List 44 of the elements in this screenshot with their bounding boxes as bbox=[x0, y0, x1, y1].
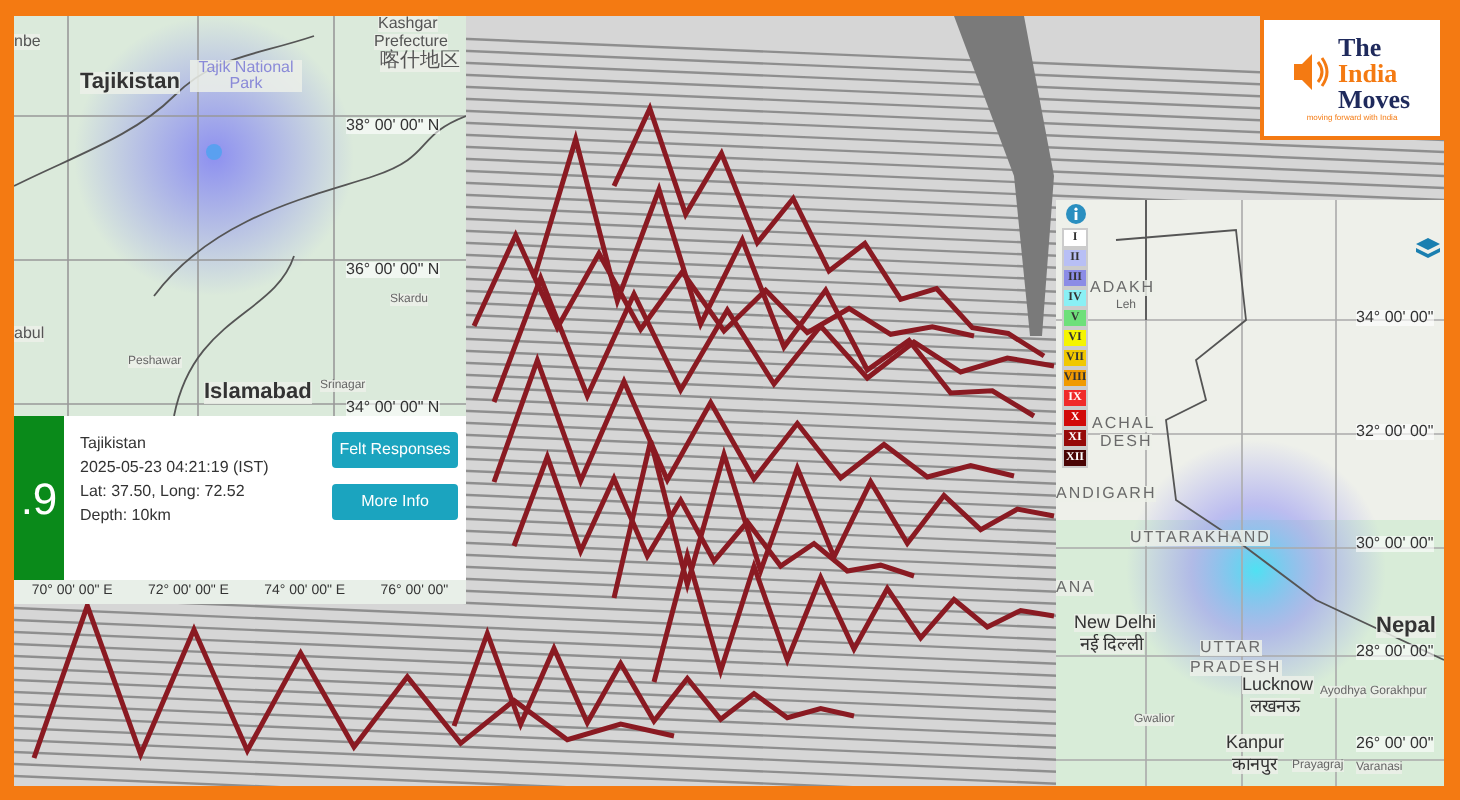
map-label: 32° 00' 00" bbox=[1356, 424, 1434, 440]
map-label: Lucknow bbox=[1242, 676, 1314, 694]
speaker-icon bbox=[1293, 52, 1330, 92]
map-label: Kanpur bbox=[1226, 734, 1285, 752]
event-detail: Lat: 37.50, Long: 72.52 bbox=[80, 480, 247, 504]
map-label: 28° 00' 00" bbox=[1356, 644, 1434, 660]
info-icon[interactable] bbox=[1066, 204, 1086, 224]
logo-text: India bbox=[1337, 59, 1400, 85]
map-label: ANDIGARH bbox=[1056, 486, 1157, 502]
logo-text: Moves bbox=[1337, 85, 1411, 111]
action-button[interactable]: More Info bbox=[332, 484, 458, 520]
map-label: 34° 00' 00" bbox=[1356, 310, 1434, 326]
map-label: Kashgar bbox=[378, 16, 438, 32]
map-label: 26° 00' 00" bbox=[1356, 736, 1434, 752]
map-label: लखनऊ bbox=[1250, 698, 1300, 716]
map-label: 喀什地区 bbox=[380, 52, 460, 72]
magnitude-badge: .9 bbox=[14, 416, 64, 580]
map-label: ANA bbox=[1056, 580, 1095, 596]
map-label: ACHAL bbox=[1092, 416, 1156, 432]
map-label: ADAKH bbox=[1090, 280, 1156, 296]
map-label: 34° 00' 00" N bbox=[346, 400, 440, 416]
map-label: PRADESH bbox=[1190, 660, 1282, 676]
map-label: UTTARAKHAND bbox=[1130, 530, 1271, 546]
event-detail: 2025-05-23 04:21:19 (IST) bbox=[80, 456, 271, 480]
map-label: nbe bbox=[14, 34, 41, 50]
map-label: Prefecture bbox=[374, 34, 448, 50]
map-label: Nepal bbox=[1376, 616, 1436, 638]
event-detail: Depth: 10km bbox=[80, 504, 173, 528]
map-label: Tajikistan bbox=[80, 72, 180, 94]
map-label: New Delhi bbox=[1074, 614, 1157, 632]
map-label: 30° 00' 00" bbox=[1356, 536, 1434, 552]
layers-icon[interactable] bbox=[1416, 236, 1440, 260]
map-label: नई दिल्ली bbox=[1080, 636, 1144, 654]
map-label: 38° 00' 00" N bbox=[346, 118, 440, 134]
logo-text: The bbox=[1337, 33, 1384, 59]
map-label: UTTAR bbox=[1200, 640, 1263, 656]
map-label: Tajik National Park bbox=[190, 60, 302, 92]
map-label: कानपुर bbox=[1232, 756, 1278, 774]
action-button[interactable]: Felt Responses bbox=[332, 432, 458, 468]
map-label: 36° 00' 00" N bbox=[346, 262, 440, 278]
event-detail: Tajikistan bbox=[80, 432, 148, 456]
map-label: DESH bbox=[1100, 434, 1153, 450]
map-label: Islamabad bbox=[204, 382, 312, 404]
map-label: abul bbox=[14, 326, 45, 342]
